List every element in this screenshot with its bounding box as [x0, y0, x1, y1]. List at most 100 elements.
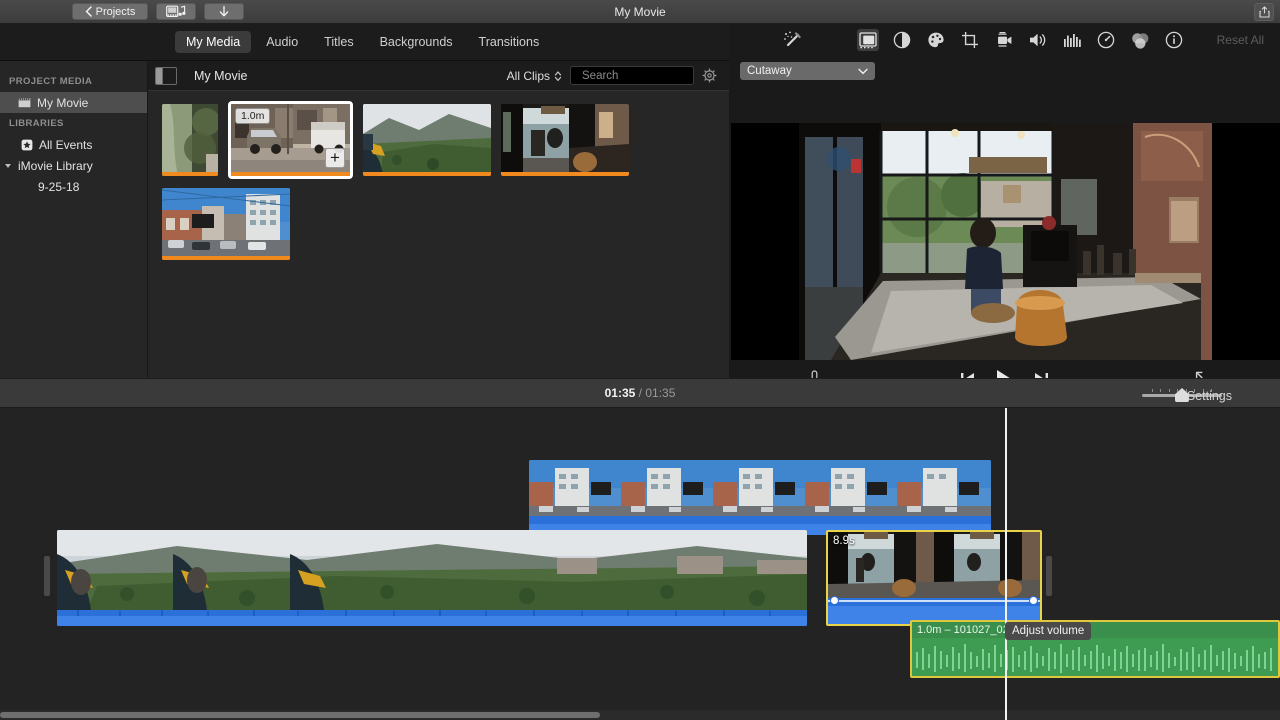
tab-my-media[interactable]: My Media: [175, 31, 252, 53]
timeline-settings-button[interactable]: Settings: [1187, 389, 1232, 403]
browser-tabs: My Media Audio Titles Backgrounds Transi…: [0, 24, 729, 61]
title-bar-left-controls: Projects: [72, 3, 244, 20]
sidebar-item-my-movie[interactable]: My Movie: [0, 92, 147, 113]
sidebar-header-libraries: LIBRARIES: [9, 118, 64, 129]
imovie-window: Projects My Movie My Media Audio Titles …: [0, 0, 1280, 720]
volume-handle-right[interactable]: [1029, 596, 1038, 605]
sidebar-toggle-icon[interactable]: [155, 66, 177, 85]
sidebar-item-all-events[interactable]: All Events: [0, 134, 147, 155]
timeline-clip-main-train[interactable]: [57, 530, 807, 626]
noise-reduction-tool[interactable]: [1061, 29, 1083, 51]
media-thumb-waterfall[interactable]: [162, 104, 218, 176]
preview-viewer[interactable]: [731, 123, 1280, 360]
info-icon: [1165, 31, 1183, 49]
overlay-mode-dropdown[interactable]: Cutaway: [740, 62, 875, 80]
filmstrip: [529, 460, 991, 535]
sidebar-item-label: iMovie Library: [18, 158, 93, 173]
used-indicator-bar: [162, 172, 218, 176]
media-row-2: [162, 188, 729, 260]
video-overlay-tool[interactable]: [857, 29, 879, 51]
video-overlay-icon: [859, 31, 877, 48]
timeline-canvas[interactable]: 8.9s 1.0m – 101027_0251 Adjust volume: [0, 408, 1280, 720]
import-media-button[interactable]: [204, 3, 244, 20]
volume-icon: [1029, 33, 1045, 47]
browser-header-right: All Clips: [507, 66, 736, 85]
back-to-projects-button[interactable]: Projects: [72, 3, 148, 20]
media-browser: 1.0m +: [148, 91, 729, 378]
timeline-horizontal-scrollbar[interactable]: [0, 710, 1280, 720]
volume-handle-left[interactable]: [830, 596, 839, 605]
crop-tool[interactable]: [959, 29, 981, 51]
crop-icon: [962, 32, 978, 48]
color-correction-tool[interactable]: [925, 29, 947, 51]
adjust-volume-tooltip: Adjust volume: [1005, 622, 1092, 640]
download-arrow-icon: [219, 5, 229, 16]
tab-backgrounds[interactable]: Backgrounds: [369, 31, 464, 53]
speed-icon: [1097, 31, 1115, 49]
media-thumb-train-valley[interactable]: [363, 104, 491, 176]
sidebar-item-label: All Events: [39, 137, 93, 152]
disclosure-triangle-icon[interactable]: [5, 163, 11, 168]
back-to-projects-label: Projects: [95, 5, 136, 18]
chevron-down-icon: [858, 68, 868, 74]
color-balance-icon: [893, 31, 911, 49]
thumbnail-image: [501, 104, 629, 176]
overlay-mode-value: Cutaway: [747, 65, 792, 77]
media-row-1: 1.0m +: [162, 101, 729, 179]
playhead[interactable]: [1005, 408, 1007, 720]
used-indicator-bar: [231, 172, 350, 176]
used-indicator-bar: [162, 256, 290, 260]
clapperboard-icon: [18, 97, 31, 109]
trim-handle-right[interactable]: [1046, 556, 1052, 596]
speed-tool[interactable]: [1095, 29, 1117, 51]
add-clip-button[interactable]: +: [325, 148, 345, 168]
thumbnail-image: [162, 188, 290, 260]
filmstrip-image: [529, 460, 991, 535]
tab-transitions[interactable]: Transitions: [468, 31, 551, 53]
stabilization-icon: [998, 32, 1012, 47]
thumbnail-image: [363, 104, 491, 176]
media-thumb-city-street[interactable]: [162, 188, 290, 260]
filmstrip-image: [828, 532, 1040, 624]
tab-titles[interactable]: Titles: [313, 31, 364, 53]
volume-tool[interactable]: [1027, 29, 1049, 51]
timeline-clip-cafe[interactable]: 8.9s: [826, 530, 1042, 626]
media-thumb-street-truck[interactable]: 1.0m +: [228, 101, 353, 179]
timecode-separator: /: [638, 386, 642, 400]
inspector-tool-group: [857, 29, 1185, 51]
media-thumb-cafe-interior[interactable]: [501, 104, 629, 176]
timeline-toolbar: 01:35 / 01:35 Settings: [0, 378, 1280, 408]
timeline-audio-clip[interactable]: 1.0m – 101027_0251: [910, 620, 1280, 678]
timeline-zoom-control: Settings: [1142, 388, 1232, 403]
scrollbar-thumb[interactable]: [0, 712, 600, 718]
used-indicator-bar: [363, 172, 491, 176]
timeline-clip-cutaway[interactable]: [529, 460, 991, 535]
top-area: My Media Audio Titles Backgrounds Transi…: [0, 24, 1280, 398]
auto-enhance-button[interactable]: [783, 30, 803, 50]
filters-icon: [1131, 32, 1148, 49]
sidebar-item-event-9-25-18[interactable]: 9-25-18: [0, 176, 147, 197]
gear-icon[interactable]: [702, 68, 717, 83]
color-correction-icon: [928, 32, 944, 48]
sidebar-header-project-media: PROJECT MEDIA: [9, 76, 93, 87]
sidebar-item-label: 9-25-18: [38, 179, 80, 194]
used-indicator-bar: [501, 172, 629, 176]
film-music-icon: [166, 5, 186, 17]
sidebar-item-imovie-library[interactable]: iMovie Library: [0, 155, 147, 176]
stabilization-tool[interactable]: [993, 29, 1015, 51]
all-clips-filter[interactable]: All Clips: [507, 69, 562, 83]
total-time: 01:35: [645, 386, 676, 400]
filters-tool[interactable]: [1129, 29, 1151, 51]
media-browser-button[interactable]: [156, 3, 196, 20]
color-balance-tool[interactable]: [891, 29, 913, 51]
volume-line[interactable]: [828, 600, 1040, 602]
search-field[interactable]: [570, 66, 736, 85]
title-bar-right-controls: [1254, 3, 1274, 21]
inspector-toolbar: Reset All: [729, 24, 1280, 56]
star-badge-icon: [20, 139, 33, 151]
share-button[interactable]: [1254, 3, 1274, 21]
reset-all-button[interactable]: Reset All: [1217, 33, 1264, 47]
tab-audio[interactable]: Audio: [255, 31, 309, 53]
info-tool[interactable]: [1163, 29, 1185, 51]
trim-handle-left[interactable]: [44, 556, 50, 596]
